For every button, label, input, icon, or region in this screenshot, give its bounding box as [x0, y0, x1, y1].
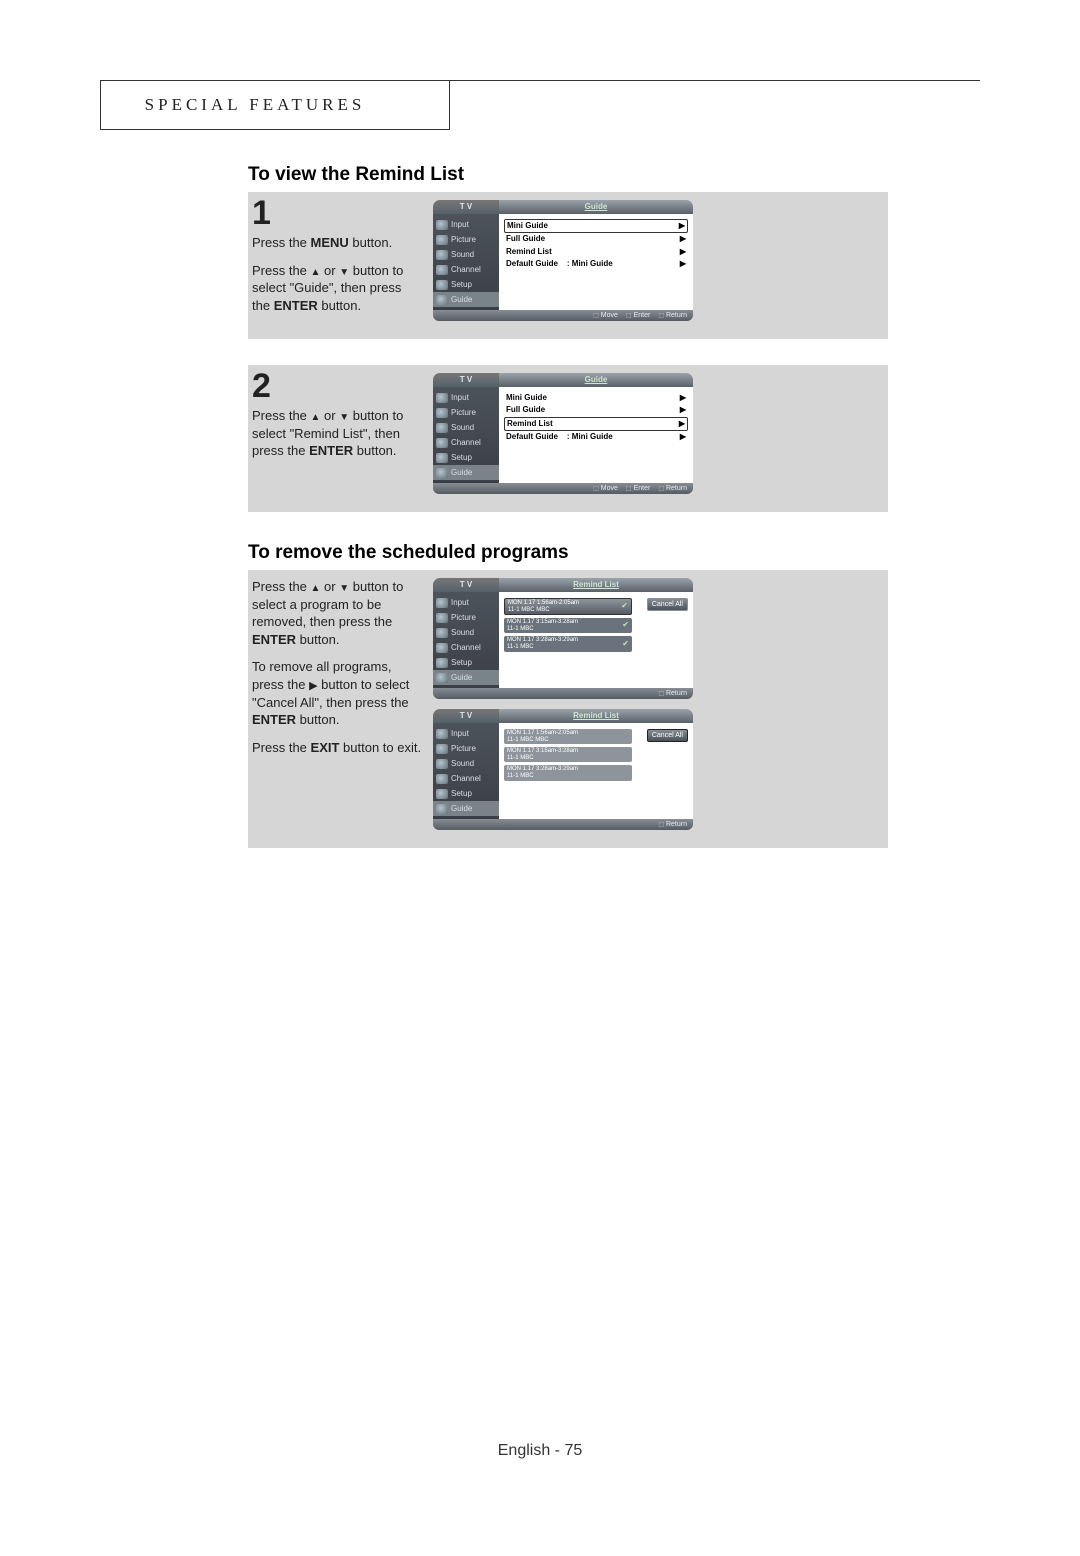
nav-icon — [436, 235, 448, 245]
check-icon: ✔ — [621, 602, 628, 611]
instruction-text: Press the or button to select "Guide", t… — [252, 262, 423, 315]
nav-icon — [436, 265, 448, 275]
step-number: 2 — [252, 369, 423, 403]
step-1: 1 Press the MENU button. Press the or bu… — [248, 192, 888, 339]
menu-item-default-guide[interactable]: Default Guide : Mini Guide▶ — [504, 431, 688, 443]
nav-icon — [436, 280, 448, 290]
osd-title: Guide — [499, 200, 693, 214]
osd-screenshot-4: T V Remind List Input Picture Sound Chan… — [433, 709, 693, 830]
up-arrow-icon — [311, 263, 321, 278]
section-header: SPECIAL FEATURES — [100, 81, 450, 130]
osd-screenshot-2: T V Guide Input Picture Sound Channel Se… — [433, 373, 693, 494]
nav-icon — [436, 250, 448, 260]
osd-screenshot-3: T V Remind List Input Picture Sound Chan… — [433, 578, 693, 699]
cancel-all-button[interactable]: Cancel All — [647, 598, 688, 611]
osd-tv-label: T V — [433, 373, 499, 387]
down-arrow-icon — [339, 579, 349, 594]
footer-return: Return — [658, 312, 687, 319]
remind-item[interactable]: MON 1.17 3:28am-3:29am11-1 MBC ✔ — [504, 636, 632, 651]
instruction-text: Press the or button to select "Remind Li… — [252, 407, 423, 460]
down-arrow-icon — [339, 263, 349, 278]
footer-move: Move — [593, 312, 618, 319]
menu-item-mini-guide[interactable]: Mini Guide▶ — [504, 219, 688, 233]
remind-item[interactable]: MON 1.17 3:28am-3:29am11-1 MBC — [504, 765, 632, 780]
remind-item[interactable]: MON 1.17 3:15am-3:28am11-1 MBC — [504, 747, 632, 762]
check-icon: ✔ — [622, 621, 629, 630]
footer-enter: Enter — [626, 312, 650, 319]
right-arrow-icon — [309, 677, 317, 692]
subheading-view-remind: To view the Remind List — [248, 164, 888, 186]
osd-tv-label: T V — [433, 200, 499, 214]
instruction-text: To remove all programs, press the button… — [252, 658, 423, 728]
nav-icon — [436, 295, 448, 305]
cancel-all-button[interactable]: Cancel All — [647, 729, 688, 742]
up-arrow-icon — [311, 579, 321, 594]
check-icon: ✔ — [622, 640, 629, 649]
menu-item-default-guide[interactable]: Default Guide : Mini Guide▶ — [504, 258, 688, 270]
menu-item-full-guide[interactable]: Full Guide▶ — [504, 233, 688, 245]
step-number: 1 — [252, 196, 423, 230]
menu-item-full-guide[interactable]: Full Guide▶ — [504, 404, 688, 416]
osd-left-nav: Input Picture Sound Channel Setup Guide — [433, 214, 499, 310]
menu-item-remind-list[interactable]: Remind List▶ — [504, 246, 688, 258]
instruction-text: Press the EXIT button to exit. — [252, 739, 423, 757]
menu-item-mini-guide[interactable]: Mini Guide▶ — [504, 392, 688, 404]
osd-screenshot-1: T V Guide Input Picture Sound Channel Se… — [433, 200, 693, 321]
up-arrow-icon — [311, 408, 321, 423]
down-arrow-icon — [339, 408, 349, 423]
instruction-text: Press the or button to select a program … — [252, 578, 423, 648]
subheading-remove-programs: To remove the scheduled programs — [248, 542, 888, 564]
remind-item[interactable]: MON 1.17 1:56am-2:05am11-1 MBC MBC ✔ — [504, 598, 632, 615]
step-2: 2 Press the or button to select "Remind … — [248, 365, 888, 512]
instruction-text: Press the MENU button. — [252, 234, 423, 252]
page-number: English - 75 — [0, 1442, 1080, 1460]
nav-icon — [436, 220, 448, 230]
menu-item-remind-list[interactable]: Remind List▶ — [504, 417, 688, 431]
remind-item[interactable]: MON 1.17 3:15am-3:28am11-1 MBC ✔ — [504, 618, 632, 633]
remind-item[interactable]: MON 1.17 1:56am-2:05am11-1 MBC MBC — [504, 729, 632, 744]
osd-title: Guide — [499, 373, 693, 387]
step-remove: Press the or button to select a program … — [248, 570, 888, 848]
